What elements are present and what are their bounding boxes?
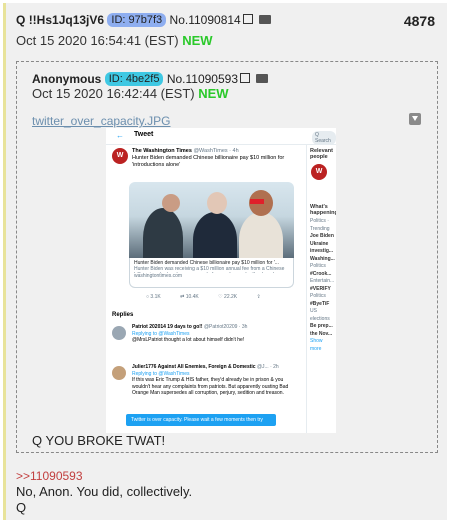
share-icon[interactable]: ⇪ [257,294,261,300]
right-sidebar: Relevant people W What's happening Polit… [306,144,336,433]
external-link-icon[interactable] [242,14,253,24]
tweet-page-title: Tweet [134,131,154,138]
like-icon[interactable]: ♡ [218,294,222,300]
new-badge: NEW [182,33,213,48]
tripcode: !!Hs1Jq13jV6 [28,13,105,27]
quoted-number-label: No. [166,72,186,86]
post-container: Q !!Hs1Jq13jV6 ID: 97b7f3 No.11090814 48… [3,3,447,520]
washtimes-logo: W [311,164,327,180]
tweet-body: The Washington Times @WashTimes · 4h Hun… [132,148,285,168]
post-number-label: No. [169,13,189,27]
attached-file-link[interactable]: twitter_over_capacity.JPG [32,114,171,128]
poster-id-badge[interactable]: ID: 97b7f3 [107,13,167,27]
quoted-poster-name: Anonymous [32,72,102,86]
photo-figure [193,212,237,258]
quoted-caption: Q YOU BROKE TWAT! [32,433,166,448]
folder-icon[interactable] [256,74,268,83]
post-header: Q !!Hs1Jq13jV6 ID: 97b7f3 No.11090814 [16,13,271,27]
quoted-date: Oct 15 2020 16:42:44 (EST) NEW [32,86,229,101]
download-icon[interactable] [409,113,421,125]
external-link-icon[interactable] [240,73,250,83]
new-badge: NEW [198,86,229,101]
tweet-topbar: ← Tweet Q Search [106,128,336,145]
reply-2: Julier1776 Against All Enemies, Foreign … [132,364,289,396]
avatar [112,366,126,380]
retweet-icon[interactable]: ⇄ [180,294,184,300]
red-marker [250,199,264,204]
over-capacity-toast: Twitter is over capacity. Please wait a … [126,414,276,433]
quoted-id-badge[interactable]: ID: 4be2f5 [104,72,164,86]
sidebar-relevant-title: Relevant people [310,148,333,160]
post-body: >>11090593 No, Anon. You did, collective… [16,468,192,516]
back-arrow-icon: ← [116,131,124,140]
tweet-stats: ○ 3.1K ⇄ 10.4K ♡ 22.2K ⇪ [146,294,261,300]
photo-figure [143,208,183,258]
avatar [112,326,126,340]
reply-icon[interactable]: ○ [146,294,149,300]
post-count: 4878 [403,13,435,29]
washtimes-logo: W [112,148,128,164]
photo-head [162,194,180,212]
reply-1: Patriot 202014 19 days to go!! @Patriot2… [132,324,248,343]
sidebar-trends: Politics · Trending Joe Biden Ukraine in… [310,218,335,352]
post-body-line: No, Anon. You did, collectively. [16,484,193,499]
post-number-link[interactable]: 11090814 [188,13,241,27]
quoted-number-link[interactable]: 11090593 [186,72,239,86]
tweet-photo [129,182,294,258]
tweet-screenshot-image[interactable]: ← Tweet Q Search W The Washington Times … [106,128,336,433]
photo-head [207,192,227,214]
search-box: Q Search [312,131,336,145]
link-card: Hunter Biden demanded Chinese billionair… [129,258,294,288]
sidebar-whats-happening: What's happening [310,204,336,216]
replies-heading: Replies [112,312,134,318]
post-signature: Q [16,500,27,515]
quoted-post: Anonymous ID: 4be2f5 No.11090593 Oct 15 … [16,61,438,453]
photo-figure [239,212,283,258]
folder-icon[interactable] [258,15,271,24]
reply-quote-link[interactable]: >>11090593 [16,468,192,484]
poster-name: Q [16,13,26,27]
quoted-header: Anonymous ID: 4be2f5 No.11090593 [32,72,268,86]
post-date: Oct 15 2020 16:54:41 (EST) NEW [16,33,213,48]
